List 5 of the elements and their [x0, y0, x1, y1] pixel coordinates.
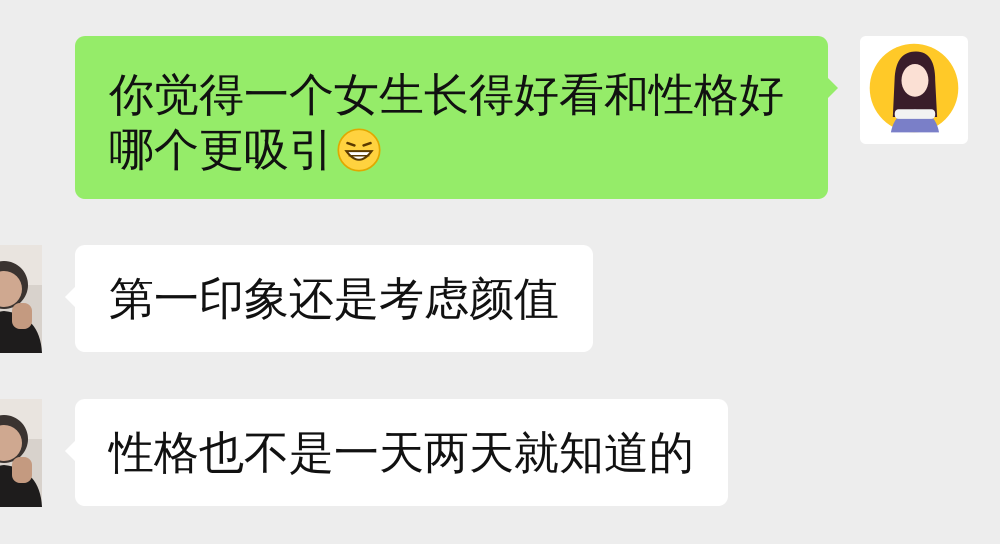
grinning-face-icon — [336, 127, 382, 173]
message-text: 性格也不是一天两天就知道的 — [109, 425, 694, 480]
message-text: 你觉得一个女生长得好看和性格好哪个更吸引 — [109, 67, 785, 177]
message-text: 第一印象还是考虑颜值 — [109, 271, 559, 326]
avatar[interactable] — [860, 36, 968, 144]
